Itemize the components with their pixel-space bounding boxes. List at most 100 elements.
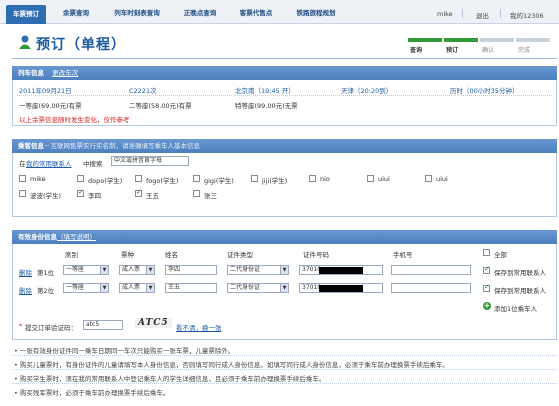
change-train-link[interactable]: 更改车次 <box>52 69 78 77</box>
passenger-name: 波波(学生) <box>30 192 62 200</box>
col-header-name: 姓名 <box>165 251 178 259</box>
step-bar-book <box>444 38 478 42</box>
tab-agents[interactable]: 客票代售点 <box>234 6 278 20</box>
ticket-type-select[interactable]: 成人票 ▼ <box>119 265 155 275</box>
step-bar-confirm <box>480 38 514 42</box>
col-header-phone: 手机号 <box>393 251 413 259</box>
identity-info-header: 有效身份信息（填写说明） <box>12 230 557 244</box>
identity-panel: 席别 票种 姓名 证件类型 证件号码 手机号 全部 删除 第1位 一等座 ▼ 成人… <box>12 244 557 340</box>
passenger-name: 王五 <box>146 192 159 200</box>
passenger-index: 第2位 <box>37 287 55 295</box>
passenger-checkbox[interactable] <box>77 188 84 197</box>
passenger-checkbox[interactable] <box>193 190 200 197</box>
train-date: 2011年09月21日 <box>19 87 72 95</box>
add-passenger-label[interactable]: 添加1位乘车人 <box>494 303 537 313</box>
captcha-refresh-link[interactable]: 看不清，换一张 <box>176 322 222 332</box>
seat-select[interactable]: 一等座 ▼ <box>63 265 109 275</box>
title-divider <box>12 58 557 59</box>
passenger-index: 第1位 <box>37 269 55 277</box>
passenger-checkbox[interactable] <box>251 175 258 182</box>
top-nav: 车票预订 余票查询 列车时刻表查询 正晚点查询 客票代售点 铁路旅程规划 mik… <box>0 0 559 24</box>
passenger-checkbox[interactable] <box>135 188 142 197</box>
passenger-info-title: 乘客信息 <box>18 142 44 150</box>
fill-instructions-link[interactable]: （填写说明） <box>57 233 96 241</box>
select-all-checkbox[interactable] <box>483 249 490 256</box>
train-info-header: 列车信息 更改车次 <box>12 66 557 80</box>
add-passenger-icon[interactable]: + <box>483 302 491 310</box>
step-bar-done <box>516 38 550 42</box>
username: mike <box>437 10 453 18</box>
passenger-checkbox[interactable] <box>309 175 316 182</box>
captcha-label: 提交订单验证码： <box>25 324 77 332</box>
passenger-name: fogo(学生) <box>146 177 179 185</box>
passenger-name-input[interactable]: 王五 <box>165 283 217 293</box>
tab-timetable[interactable]: 列车时刻表查询 <box>108 6 166 20</box>
captcha-image: ATC5 <box>135 318 172 328</box>
tab-trip-planning[interactable]: 铁路旅程规划 <box>290 6 342 20</box>
note-item: • 购买学生票时，须在我的常用联系人中登记乘车人的学生详细信息，且必须于乘车前办… <box>14 375 326 383</box>
nav-separator <box>500 9 501 18</box>
divider <box>12 383 557 384</box>
save-contact-checkbox[interactable] <box>483 265 490 274</box>
passenger-checkbox[interactable] <box>77 175 84 182</box>
divider <box>17 95 552 96</box>
select-all-label: 全部 <box>494 251 507 259</box>
step-label-confirm: 确认 <box>482 47 495 54</box>
captcha-input[interactable]: atc5 <box>83 320 123 330</box>
seat-special-class: 特等座(99.00元)无票 <box>235 102 298 110</box>
availability-note: 以上余票信息随时发生变化，仅作参考 <box>19 116 130 124</box>
logout-link[interactable]: 退出 <box>476 10 489 20</box>
passenger-name: nio <box>320 175 330 183</box>
seat-second-class: 二等座(58.00元)有票 <box>129 102 192 110</box>
passenger-name: jiji(学生) <box>262 177 288 185</box>
search-suffix: 中搜索 <box>83 160 103 168</box>
required-mark: * <box>19 322 23 330</box>
tab-remaining-tickets[interactable]: 余票查询 <box>58 6 94 20</box>
phone-input[interactable] <box>391 265 471 275</box>
save-contact-checkbox[interactable] <box>483 283 490 292</box>
id-type-select[interactable]: 二代身份证 ▼ <box>227 265 289 275</box>
passenger-name: 李四 <box>88 192 101 200</box>
passenger-checkbox[interactable] <box>425 175 432 182</box>
page-title: 预订（单程） <box>36 37 126 53</box>
seat-select[interactable]: 一等座 ▼ <box>63 283 109 293</box>
passenger-checkbox[interactable] <box>19 190 26 197</box>
tab-ticket-booking[interactable]: 车票预订 <box>6 5 46 24</box>
train-number: C2221次 <box>129 87 157 95</box>
redaction-bar <box>319 285 363 292</box>
departure-station: 北京南（19:45 开） <box>235 87 295 95</box>
frequent-contacts-link[interactable]: 我的常用联系人 <box>26 158 72 168</box>
note-item: • 购买残军票时，必须于乘车前办理换票手续后乘车。 <box>14 389 170 397</box>
my12306-link[interactable]: 我的12306 <box>510 10 544 20</box>
note-item: • 购买儿童票时，有身份证件的儿童请填写本人身份信息，否则填写同行成人身份信息。… <box>14 361 449 369</box>
phone-input[interactable] <box>391 283 471 293</box>
step-label-book: 预订 <box>446 47 459 54</box>
passenger-name: uiui <box>436 175 448 183</box>
passenger-name: dopo(学生) <box>88 177 123 185</box>
id-type-select[interactable]: 二代身份证 ▼ <box>227 283 289 293</box>
passenger-checkbox[interactable] <box>367 175 374 182</box>
delete-passenger-link[interactable]: 删除 <box>19 267 32 277</box>
passenger-checkbox[interactable] <box>193 175 200 182</box>
nav-separator <box>462 9 463 18</box>
passenger-name-input[interactable]: 李四 <box>165 265 217 275</box>
col-header-seat: 席别 <box>65 251 78 259</box>
passenger-search-input[interactable]: 中文或拼音首字母 <box>111 156 189 166</box>
step-bar-query <box>408 38 442 42</box>
passenger-name: mike <box>30 175 46 183</box>
col-header-id-number: 证件号码 <box>303 251 329 259</box>
divider <box>12 355 557 356</box>
tab-delay-query[interactable]: 正晚点查询 <box>178 6 222 20</box>
passenger-name: gigi(学生) <box>204 177 234 185</box>
save-contact-label: 保存到常用联系人 <box>494 269 546 277</box>
ticket-type-select[interactable]: 成人票 ▼ <box>119 283 155 293</box>
passenger-name: uiui <box>378 175 390 183</box>
step-label-done: 完成 <box>518 47 531 54</box>
step-label-query: 查询 <box>410 47 423 54</box>
passenger-checkbox[interactable] <box>19 175 26 182</box>
col-header-ticket: 票种 <box>121 251 134 259</box>
divider <box>12 369 557 370</box>
search-prefix: 在 <box>19 160 26 168</box>
delete-passenger-link[interactable]: 删除 <box>19 285 32 295</box>
passenger-checkbox[interactable] <box>135 175 142 182</box>
